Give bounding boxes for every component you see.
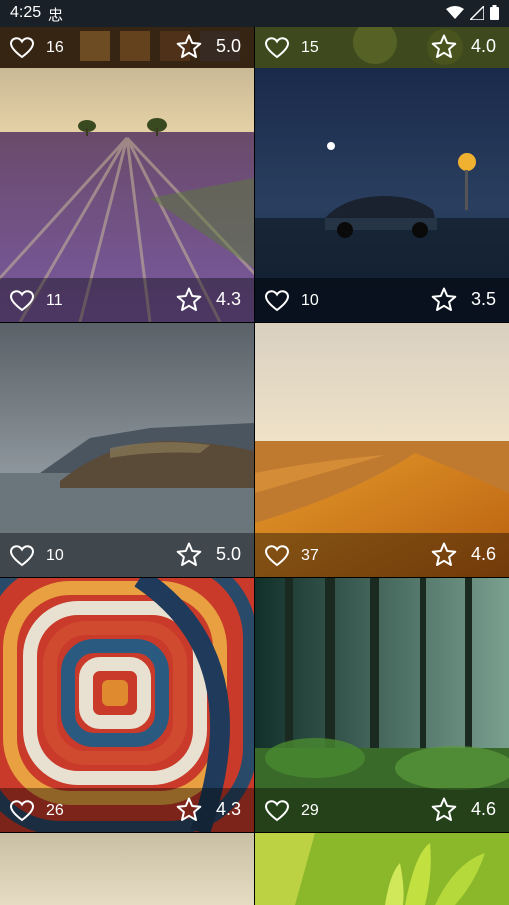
like-count: 37 — [301, 547, 319, 564]
star-outline-icon — [431, 287, 457, 311]
wallpaper-tile[interactable] — [255, 833, 509, 905]
rating-group[interactable]: 4.0 — [431, 34, 496, 59]
like-group[interactable]: 16 — [10, 37, 64, 59]
star-outline-icon — [431, 34, 457, 58]
wallpaper-tile[interactable]: 10 5.0 — [0, 323, 254, 577]
heart-outline-icon — [10, 37, 34, 59]
rating-group[interactable]: 5.0 — [176, 542, 241, 567]
like-count: 10 — [46, 547, 64, 564]
rating-group[interactable]: 4.3 — [176, 287, 241, 312]
rating-value: 4.0 — [470, 36, 496, 56]
heart-outline-icon — [265, 545, 289, 567]
like-count: 16 — [46, 39, 64, 56]
like-count: 29 — [301, 802, 319, 819]
wallpaper-thumbnail — [0, 833, 254, 905]
like-group[interactable]: 10 — [10, 545, 64, 567]
star-outline-icon — [431, 797, 457, 821]
wallpaper-tile[interactable] — [0, 833, 254, 905]
like-count: 11 — [46, 292, 63, 309]
star-outline-icon — [431, 542, 457, 566]
rating-value: 3.5 — [470, 289, 496, 309]
rating-group[interactable]: 4.3 — [176, 797, 241, 822]
wallpaper-tile[interactable]: 16 5.0 — [0, 27, 254, 68]
like-count: 10 — [301, 292, 319, 309]
star-outline-icon — [176, 287, 202, 311]
rating-value: 5.0 — [215, 36, 241, 56]
wallpaper-thumbnail — [255, 833, 509, 905]
like-group[interactable]: 11 — [10, 290, 63, 312]
wallpaper-tile[interactable]: 10 3.5 — [255, 68, 509, 322]
status-time: 4:25 — [10, 4, 42, 21]
rating-value: 4.6 — [470, 799, 496, 819]
like-group[interactable]: 15 — [265, 37, 319, 59]
status-bar: 4:25 忠 — [0, 0, 509, 27]
star-outline-icon — [176, 34, 202, 58]
rating-group[interactable]: 3.5 — [431, 287, 496, 312]
heart-outline-icon — [10, 290, 34, 312]
rating-value: 4.3 — [215, 799, 241, 819]
rating-value: 4.3 — [215, 289, 241, 309]
heart-outline-icon — [10, 545, 34, 567]
battery-icon — [490, 5, 499, 20]
star-outline-icon — [176, 542, 202, 566]
heart-outline-icon — [265, 800, 289, 822]
wifi-icon — [446, 5, 464, 19]
wallpaper-tile[interactable]: 15 4.0 — [255, 27, 509, 68]
system-icons — [446, 5, 499, 20]
rating-group[interactable]: 4.6 — [431, 797, 496, 822]
like-group[interactable]: 10 — [265, 290, 319, 312]
like-count: 15 — [301, 39, 319, 56]
heart-outline-icon — [10, 800, 34, 822]
rating-value: 4.6 — [470, 544, 496, 564]
notification-icon: 忠 — [48, 7, 64, 24]
like-group[interactable]: 26 — [10, 800, 64, 822]
rating-group[interactable]: 4.6 — [431, 542, 496, 567]
rating-group[interactable]: 5.0 — [176, 34, 241, 59]
heart-outline-icon — [265, 37, 289, 59]
wallpaper-tile[interactable]: 29 4.6 — [255, 578, 509, 832]
like-count: 26 — [46, 802, 64, 819]
wallpaper-tile[interactable]: 37 4.6 — [255, 323, 509, 577]
like-group[interactable]: 37 — [265, 545, 319, 567]
wallpaper-tile[interactable]: 26 4.3 — [0, 578, 254, 832]
star-outline-icon — [176, 797, 202, 821]
like-group[interactable]: 29 — [265, 800, 319, 822]
signal-icon — [470, 5, 484, 20]
wallpaper-tile[interactable]: 11 4.3 — [0, 68, 254, 322]
rating-value: 5.0 — [215, 544, 241, 564]
heart-outline-icon — [265, 290, 289, 312]
